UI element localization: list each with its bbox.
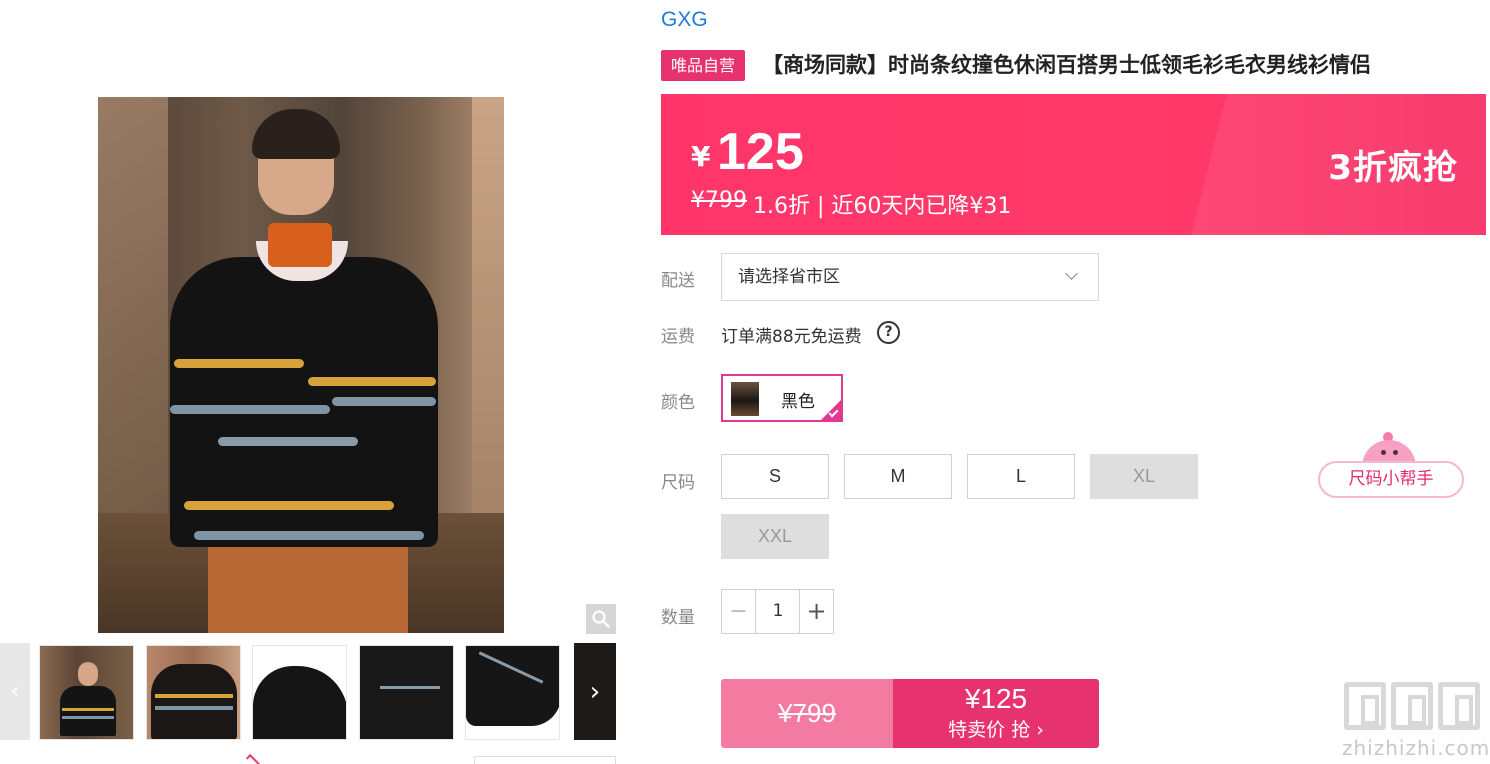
question-icon[interactable]: ? <box>877 321 900 344</box>
size-label: 尺码 <box>661 473 695 493</box>
model-pants <box>208 547 408 633</box>
discount-info: 1.6折 | 近60天内已降¥31 <box>753 194 1012 219</box>
thumbnail-5[interactable] <box>465 645 560 740</box>
delivery-label: 配送 <box>661 271 695 291</box>
thumbnail-3[interactable] <box>252 645 347 740</box>
thumbnail-next-button[interactable]: › <box>574 643 616 740</box>
sweater-stripe <box>62 716 114 719</box>
thumbnail-sweater <box>151 664 237 739</box>
mascot-eye <box>1381 450 1386 455</box>
size-option-l[interactable]: L <box>967 454 1075 499</box>
sweater-stripe <box>62 708 114 711</box>
color-swatch-image <box>731 382 759 416</box>
size-option-xl: XL <box>1090 454 1198 499</box>
size-helper-button[interactable]: 尺码小帮手 <box>1318 461 1464 498</box>
product-title: 【商场同款】时尚条纹撞色休闲百搭男士低领毛衫毛衣男线衫情侣 <box>762 53 1371 77</box>
region-select-value: 请选择省市区 <box>738 267 840 287</box>
share-button[interactable] <box>474 756 616 764</box>
favorite-icon[interactable] <box>245 753 261 764</box>
quantity-decrease-button[interactable]: − <box>722 590 756 633</box>
sweater-stripe <box>332 397 436 406</box>
sweater-stripe <box>184 501 394 510</box>
size-option-xxl: XXL <box>721 514 829 559</box>
buy-label: 特卖价 抢 › <box>948 719 1044 741</box>
sweater-stripe <box>308 377 436 386</box>
model-hair <box>252 109 340 159</box>
size-option-m[interactable]: M <box>844 454 952 499</box>
quantity-increase-button[interactable]: + <box>799 590 833 633</box>
chevron-left-icon: ‹ <box>10 679 20 704</box>
price-currency: ¥ <box>691 140 711 173</box>
buy-original-price: ¥799 <box>721 679 893 748</box>
chevron-down-icon <box>1065 267 1078 280</box>
shipping-info: 订单满88元免运费 <box>721 327 862 347</box>
sweater-stripe <box>170 405 330 414</box>
thumbnail-4[interactable] <box>359 645 454 740</box>
watermark-logo <box>1391 682 1433 730</box>
thumbnail-prev-button[interactable]: ‹ <box>0 643 30 740</box>
thumbnail-head <box>78 662 98 686</box>
watermark-text: zhizhizhi.com <box>1342 736 1490 760</box>
thumbnail-sweater <box>60 686 116 736</box>
magnifier-icon <box>592 610 610 628</box>
color-option-black[interactable]: 黑色 <box>721 374 843 422</box>
sweater-stripe <box>218 437 358 446</box>
sweater-stripe <box>155 694 233 698</box>
region-select[interactable]: 请选择省市区 <box>721 253 1099 301</box>
product-main-image[interactable] <box>98 97 504 633</box>
sweater-stripe <box>194 531 424 540</box>
color-option-label: 黑色 <box>781 392 815 412</box>
thumbnail-1[interactable] <box>39 645 134 740</box>
sweater-stripe <box>155 706 233 710</box>
watermark-logo <box>1344 682 1386 730</box>
thumbnail-sweater <box>466 646 559 726</box>
buy-button[interactable]: ¥799 ¥125 特卖价 抢 › <box>721 679 1099 748</box>
shipping-label: 运费 <box>661 327 695 347</box>
buy-price: ¥125 <box>964 683 1028 714</box>
brand-link[interactable]: GXG <box>661 8 708 32</box>
promo-tag: 3折疯抢 <box>1328 148 1458 188</box>
current-price: 125 <box>717 123 804 181</box>
buy-main[interactable]: ¥125 特卖价 抢 › <box>893 679 1099 748</box>
thumbnail-sweater <box>360 646 453 739</box>
chevron-right-icon: › <box>589 676 601 707</box>
original-price: ¥799 <box>691 188 747 213</box>
sweater-stripe <box>380 686 440 689</box>
watermark: zhizhizhi.com <box>1340 682 1489 762</box>
zoom-button[interactable] <box>586 604 616 634</box>
quantity-label: 数量 <box>661 608 695 628</box>
size-option-s[interactable]: S <box>721 454 829 499</box>
quantity-input[interactable]: 1 <box>756 590 800 633</box>
color-label: 颜色 <box>661 393 695 413</box>
watermark-logo <box>1438 682 1480 730</box>
self-operated-badge: 唯品自营 <box>661 50 745 81</box>
price-panel: ¥ 125 ¥799 1.6折 | 近60天内已降¥31 3折疯抢 <box>661 94 1486 235</box>
quantity-stepper: − 1 + <box>721 589 834 634</box>
thumbnail-2[interactable] <box>146 645 241 740</box>
mascot-eye <box>1393 450 1398 455</box>
sweater-stripe <box>174 359 304 368</box>
model-turtleneck <box>268 223 332 267</box>
